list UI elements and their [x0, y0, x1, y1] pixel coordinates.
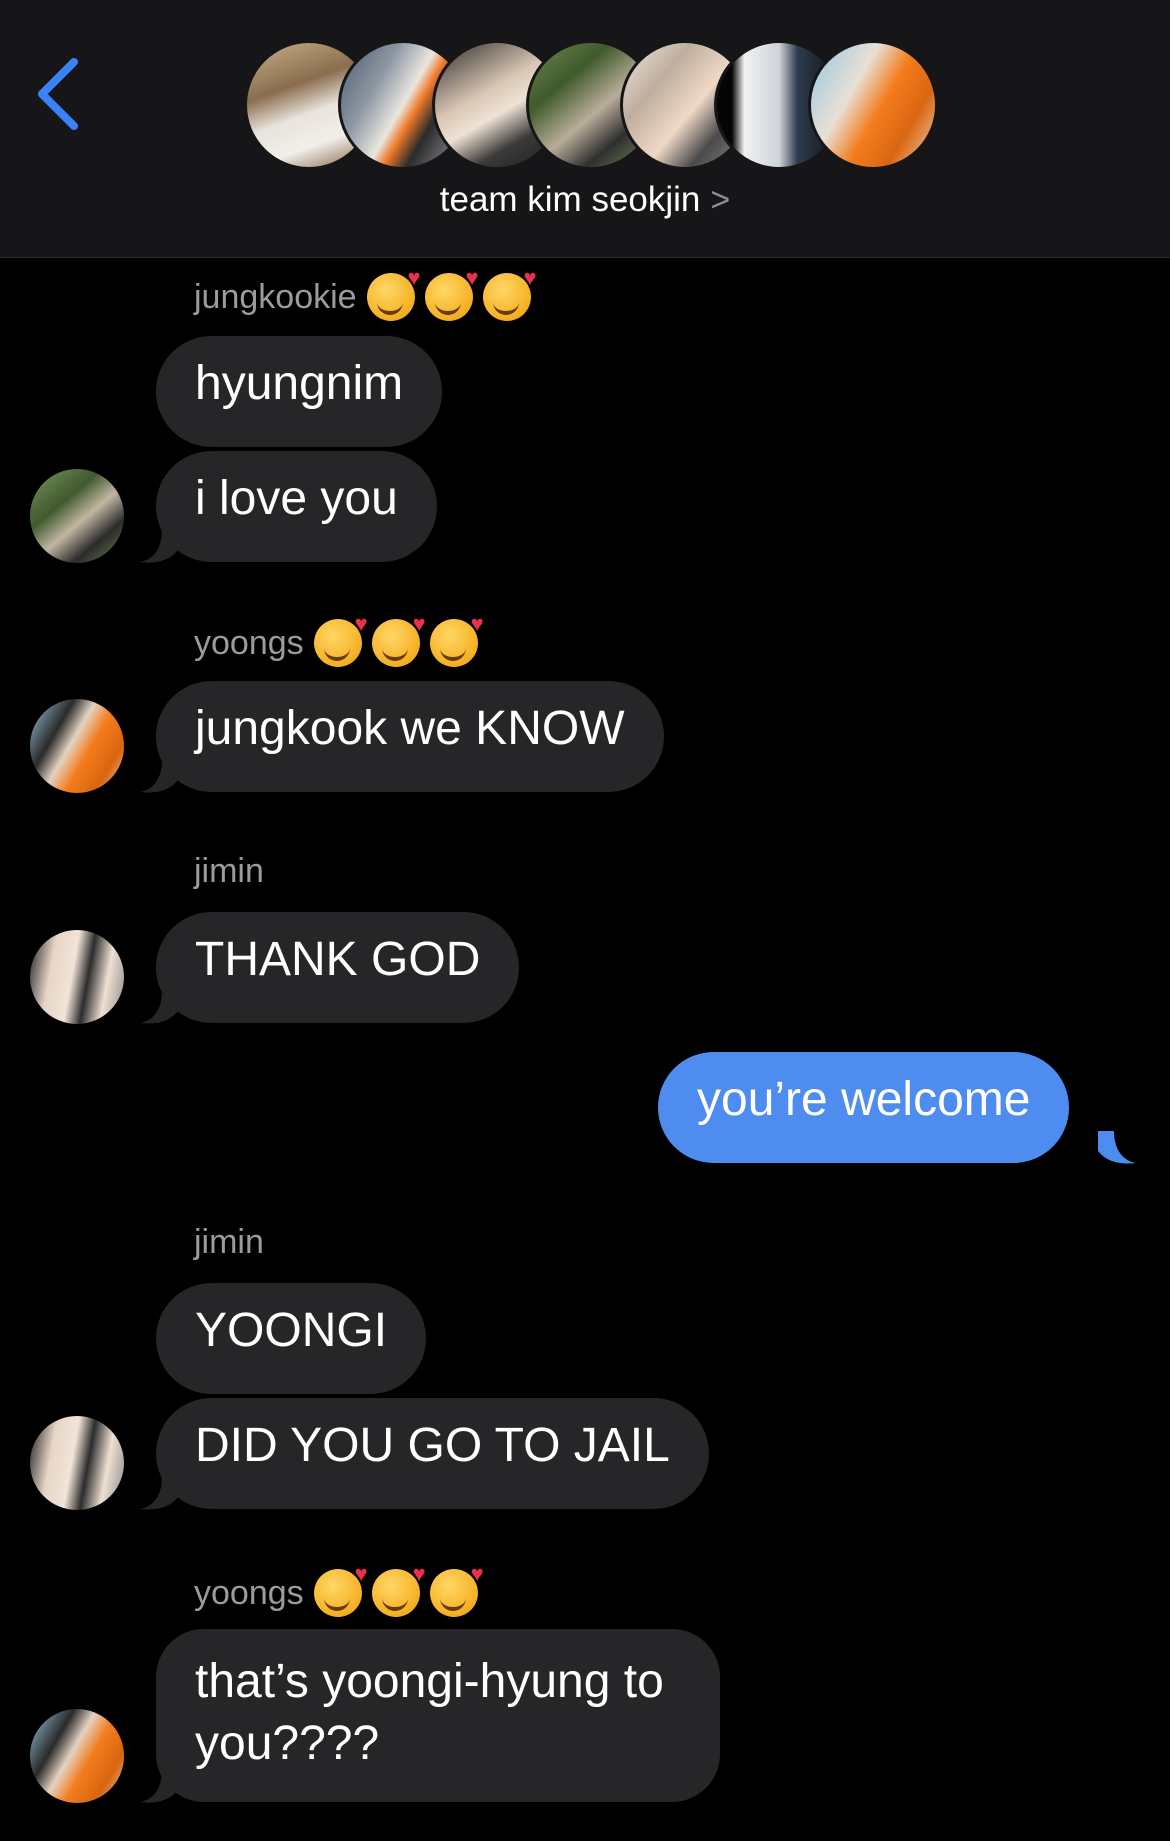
bubble-tail — [140, 1477, 178, 1510]
smiling-face-with-hearts-icon — [313, 1561, 368, 1617]
group-avatar — [808, 40, 938, 170]
sender-label: jungkookie — [194, 265, 537, 321]
message-bubble[interactable]: THANK GOD — [156, 912, 520, 1023]
message-bubble[interactable]: i love you — [156, 451, 437, 562]
message-bubble[interactable]: hyungnim — [156, 336, 443, 447]
bubble-tail — [140, 1770, 178, 1803]
sender-avatar[interactable] — [30, 1416, 124, 1510]
bubble-tail — [140, 760, 178, 793]
sender-label: yoongs — [194, 611, 484, 667]
message-text: YOONGI — [195, 1304, 388, 1357]
message-bubble[interactable]: jungkook we KNOW — [156, 681, 664, 792]
sender-label: jimin — [194, 852, 264, 891]
sender-name: jimin — [194, 1223, 264, 1261]
message-text: that’s yoongi-hyung to you???? — [195, 1655, 664, 1770]
chevron-left-icon — [38, 58, 78, 130]
sender-avatar[interactable] — [30, 699, 124, 793]
message-bubble[interactable]: DID YOU GO TO JAIL — [156, 1398, 709, 1509]
sender-name: jungkookie — [194, 277, 357, 316]
back-button[interactable] — [34, 56, 84, 132]
message-text: you’re welcome — [697, 1073, 1031, 1126]
message-text: hyungnim — [195, 357, 404, 410]
message-bubble-outgoing[interactable]: you’re welcome — [658, 1052, 1070, 1163]
group-name: team kim seokjin — [439, 180, 701, 219]
smiling-face-with-hearts-icon — [429, 1561, 484, 1617]
message-bubble[interactable]: YOONGI — [156, 1283, 427, 1394]
smiling-face-with-hearts-icon — [482, 265, 537, 321]
smiling-face-with-hearts-icon — [313, 611, 368, 667]
sender-avatar[interactable] — [30, 1709, 124, 1803]
sender-label: yoongs — [194, 1561, 484, 1617]
sender-avatar[interactable] — [30, 469, 124, 563]
bubble-tail — [140, 991, 178, 1024]
smiling-face-with-hearts-icon — [366, 265, 421, 321]
message-text: i love you — [195, 472, 398, 525]
sender-label: jimin — [194, 1223, 264, 1262]
smiling-face-with-hearts-icon — [429, 611, 484, 667]
sender-name: jimin — [194, 852, 264, 890]
smiling-face-with-hearts-icon — [424, 265, 479, 321]
chevron-right-icon: > — [710, 181, 731, 219]
group-title[interactable]: team kim seokjin > — [0, 180, 1170, 220]
smiling-face-with-hearts-icon — [371, 611, 426, 667]
message-bubble[interactable]: that’s yoongi-hyung to you???? — [156, 1629, 720, 1802]
sender-name: yoongs — [194, 1573, 304, 1612]
message-text: jungkook we KNOW — [195, 702, 625, 755]
bubble-tail — [1098, 1131, 1136, 1164]
sender-avatar[interactable] — [30, 930, 124, 1024]
group-avatars[interactable] — [244, 40, 938, 170]
message-text: THANK GOD — [195, 933, 481, 986]
message-text: DID YOU GO TO JAIL — [195, 1419, 670, 1472]
chat-header: team kim seokjin > — [0, 0, 1170, 258]
bubble-tail — [140, 530, 178, 563]
smiling-face-with-hearts-icon — [371, 1561, 426, 1617]
sender-name: yoongs — [194, 623, 304, 662]
